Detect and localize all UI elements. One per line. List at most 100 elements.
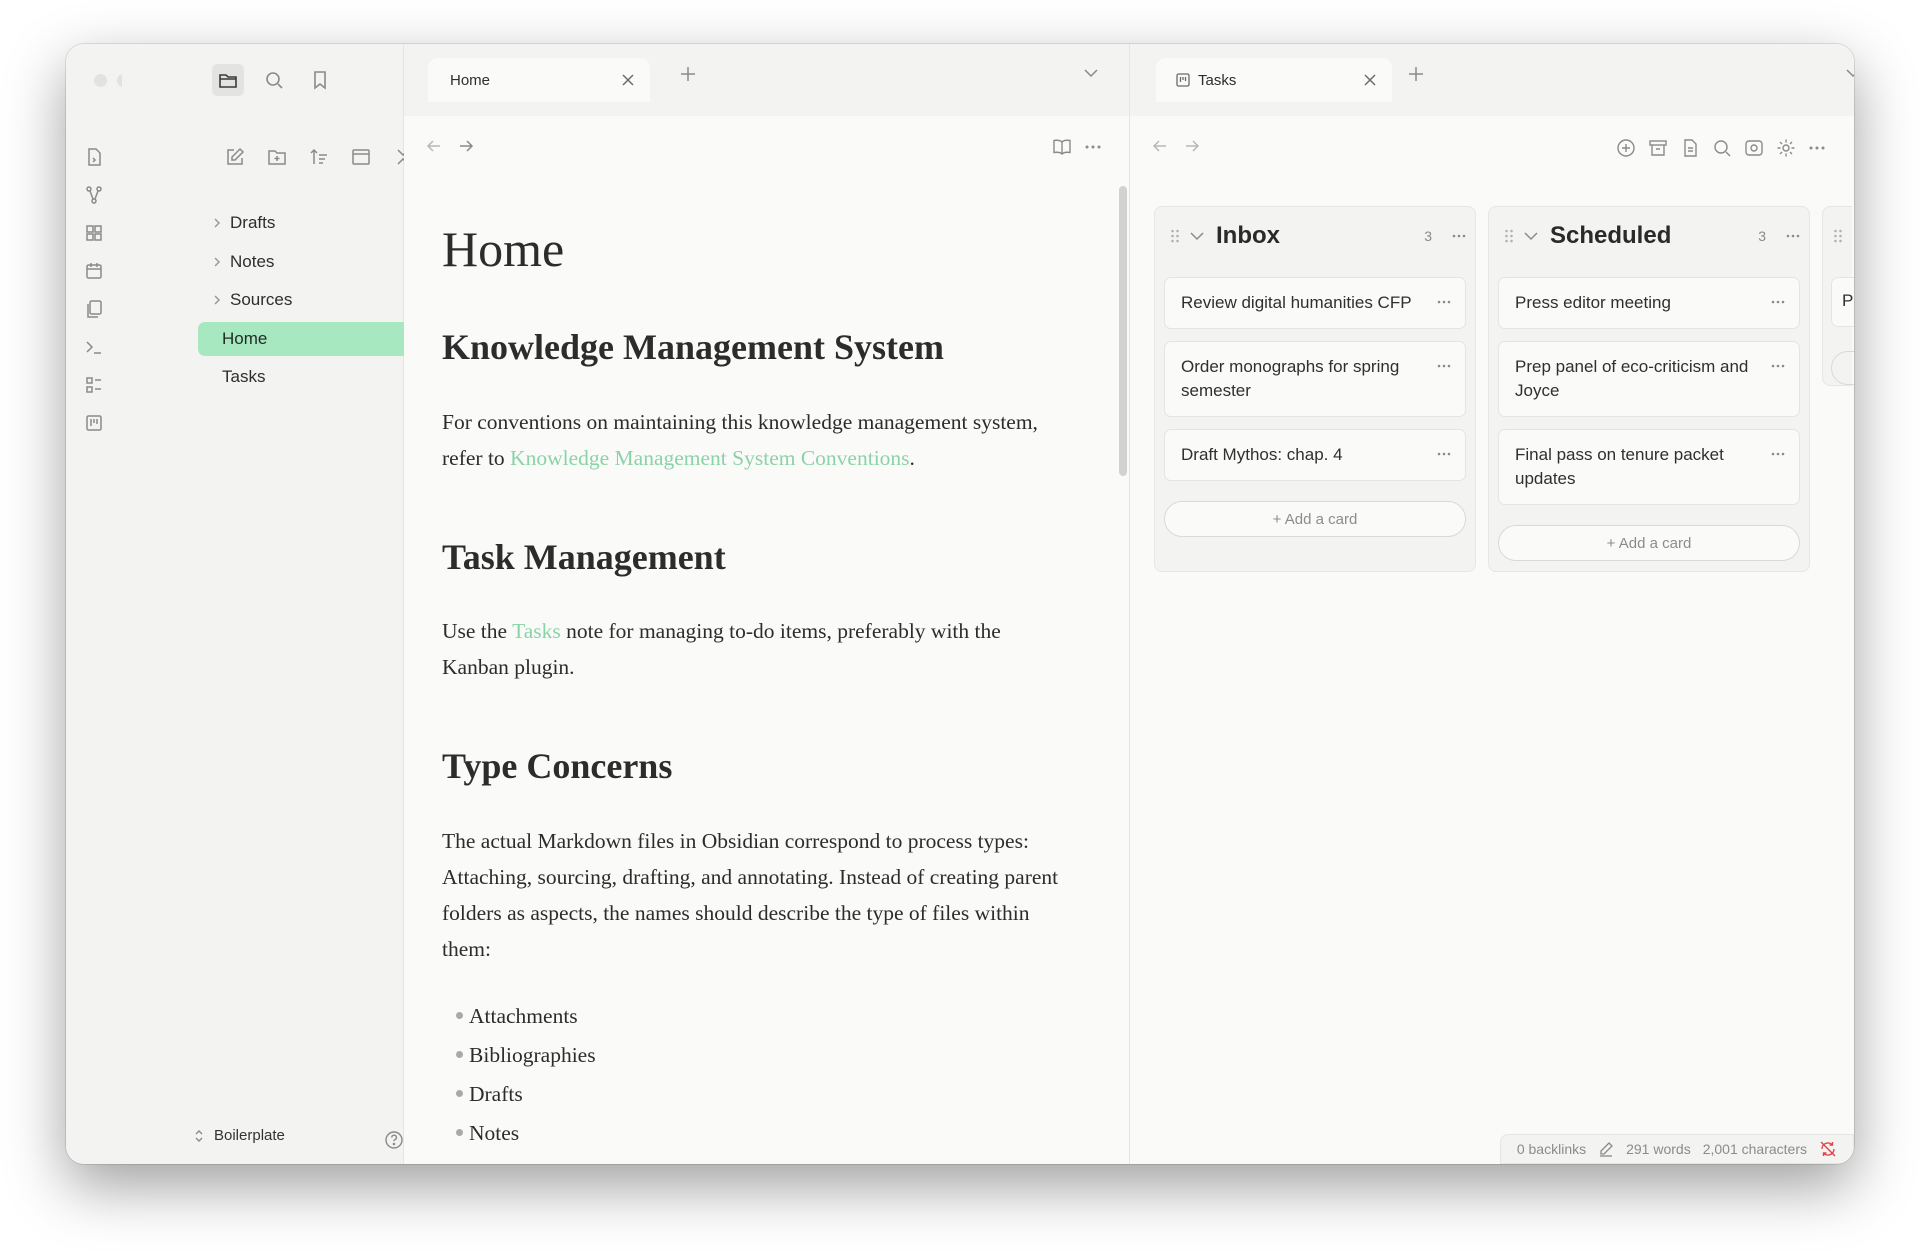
bullet-icon [456,1090,463,1098]
auto-reveal-icon[interactable] [348,144,374,170]
more-options-icon[interactable] [1786,229,1800,243]
chevron-up-down-icon [195,1129,203,1142]
chevron-down-icon[interactable] [1524,231,1538,241]
lane-title[interactable]: Inbox [1216,222,1280,250]
add-card-button[interactable]: + Add a card [1164,501,1466,537]
search-icon[interactable] [1712,138,1732,158]
file-explorer-actions [222,144,416,170]
back-arrow-icon[interactable] [1152,138,1168,154]
internal-link[interactable]: Knowledge Management System Conventions [510,446,909,470]
search-tab[interactable] [258,64,290,96]
tree-item-label: Home [222,328,268,348]
tab-tasks[interactable]: Tasks [1156,58,1392,102]
tab-home[interactable]: Home [428,58,650,102]
templates-icon[interactable] [81,296,107,322]
more-options-icon[interactable] [1437,291,1451,305]
lane-title[interactable]: Scheduled [1550,222,1671,250]
kanban-board: Inbox 3 Review digital humanities CFP Or… [1154,206,1854,572]
vault-switcher[interactable]: Boilerplate [194,1127,285,1144]
archive-icon[interactable] [1648,138,1668,158]
tree-item-label: Notes [230,251,275,271]
chevron-down-icon[interactable] [1846,68,1854,78]
back-arrow-icon[interactable] [426,138,442,154]
internal-link[interactable]: Tasks [512,619,561,643]
chevron-down-icon[interactable] [1190,231,1204,241]
change-sort-order-icon[interactable] [306,144,332,170]
kanban-card[interactable]: Review digital humanities CFP [1164,277,1466,329]
outline-icon[interactable] [81,372,107,398]
note-content[interactable]: Home Knowledge Management System For con… [442,182,1062,1153]
tree-item-label: Sources [230,290,293,309]
list-item: Drafts [456,1075,1062,1114]
new-tab-icon[interactable] [1408,66,1424,82]
close-icon[interactable] [622,74,634,86]
editor-pane-home: Home Home Knowledge Management System Fo… [404,44,1130,1164]
reading-view-icon[interactable] [1052,138,1072,156]
kanban-icon[interactable] [81,410,107,436]
canvas-icon[interactable] [81,220,107,246]
drag-handle-icon[interactable] [1504,228,1514,244]
tab-bar: Tasks [1130,44,1854,116]
tree-item-label: Drafts [230,213,276,232]
section-heading: Knowledge Management System [442,327,944,367]
open-as-markdown-icon[interactable] [1680,138,1700,158]
help-icon[interactable] [384,1130,404,1150]
character-count: 2,001 characters [1702,1141,1807,1157]
add-card-button[interactable]: + Add a card [1498,525,1800,561]
chevron-down-icon[interactable] [1084,68,1098,78]
kanban-card[interactable]: P [1831,277,1854,327]
kanban-card[interactable]: Press editor meeting [1498,277,1800,329]
more-options-icon[interactable] [1808,138,1826,158]
view-as-board-icon[interactable] [1744,138,1764,158]
view-actions [1052,138,1102,156]
more-options-icon[interactable] [1452,229,1466,243]
backlinks-count[interactable]: 0 backlinks [1517,1141,1586,1157]
section-paragraph: Use the Tasks note for managing to-do it… [442,613,1062,685]
kanban-card[interactable]: Prep panel of eco-criticism and Joyce [1498,341,1800,417]
list-item: Notes [456,1114,1062,1153]
new-folder-icon[interactable] [264,144,290,170]
bullet-icon [456,1012,463,1020]
close-icon[interactable] [1364,74,1376,86]
sync-error-icon[interactable] [1819,1141,1837,1157]
app-window: Drafts Notes Sources Home Tasks Boilerpl… [66,44,1854,1164]
board-settings-icon[interactable] [1776,138,1796,158]
kanban-actions [1616,138,1826,158]
new-note-icon[interactable] [222,144,248,170]
forward-arrow-icon[interactable] [458,138,474,154]
kanban-card[interactable]: Draft Mythos: chap. 4 [1164,429,1466,481]
add-list-icon[interactable] [1616,138,1636,158]
calendar-icon[interactable] [81,258,107,284]
bookmarks-tab[interactable] [304,64,336,96]
more-options-icon[interactable] [1437,355,1451,369]
add-card-button[interactable] [1831,351,1854,385]
open-quick-switcher-icon[interactable] [81,144,107,170]
scrollbar[interactable] [1119,186,1127,476]
forward-arrow-icon[interactable] [1184,138,1200,154]
section-paragraph: The actual Markdown files in Obsidian co… [442,828,1059,961]
more-options-icon[interactable] [1084,138,1102,156]
graph-view-icon[interactable] [81,182,107,208]
list-item-text: Notes [469,1120,520,1145]
drag-handle-icon[interactable] [1833,228,1843,244]
more-options-icon[interactable] [1771,291,1785,305]
new-tab-icon[interactable] [680,66,696,82]
lane-partial: P [1822,206,1854,386]
card-text: Order monographs for spring semester [1181,357,1400,400]
bullet-icon [456,1129,463,1137]
files-tab[interactable] [212,64,244,96]
lane-header: Scheduled 3 [1498,207,1800,265]
kanban-card[interactable]: Order monographs for spring semester [1164,341,1466,417]
kanban-icon [1176,73,1190,87]
list-item-text: Bibliographies [469,1042,596,1067]
more-options-icon[interactable] [1771,443,1785,457]
command-palette-icon[interactable] [81,334,107,360]
sidebar-tabs [212,64,336,96]
chevron-right-icon [208,217,226,229]
kanban-card[interactable]: Final pass on tenure packet updates [1498,429,1800,505]
close-window-button[interactable] [94,74,107,87]
edit-mode-icon[interactable] [1598,1141,1614,1157]
drag-handle-icon[interactable] [1170,228,1180,244]
more-options-icon[interactable] [1437,443,1451,457]
more-options-icon[interactable] [1771,355,1785,369]
